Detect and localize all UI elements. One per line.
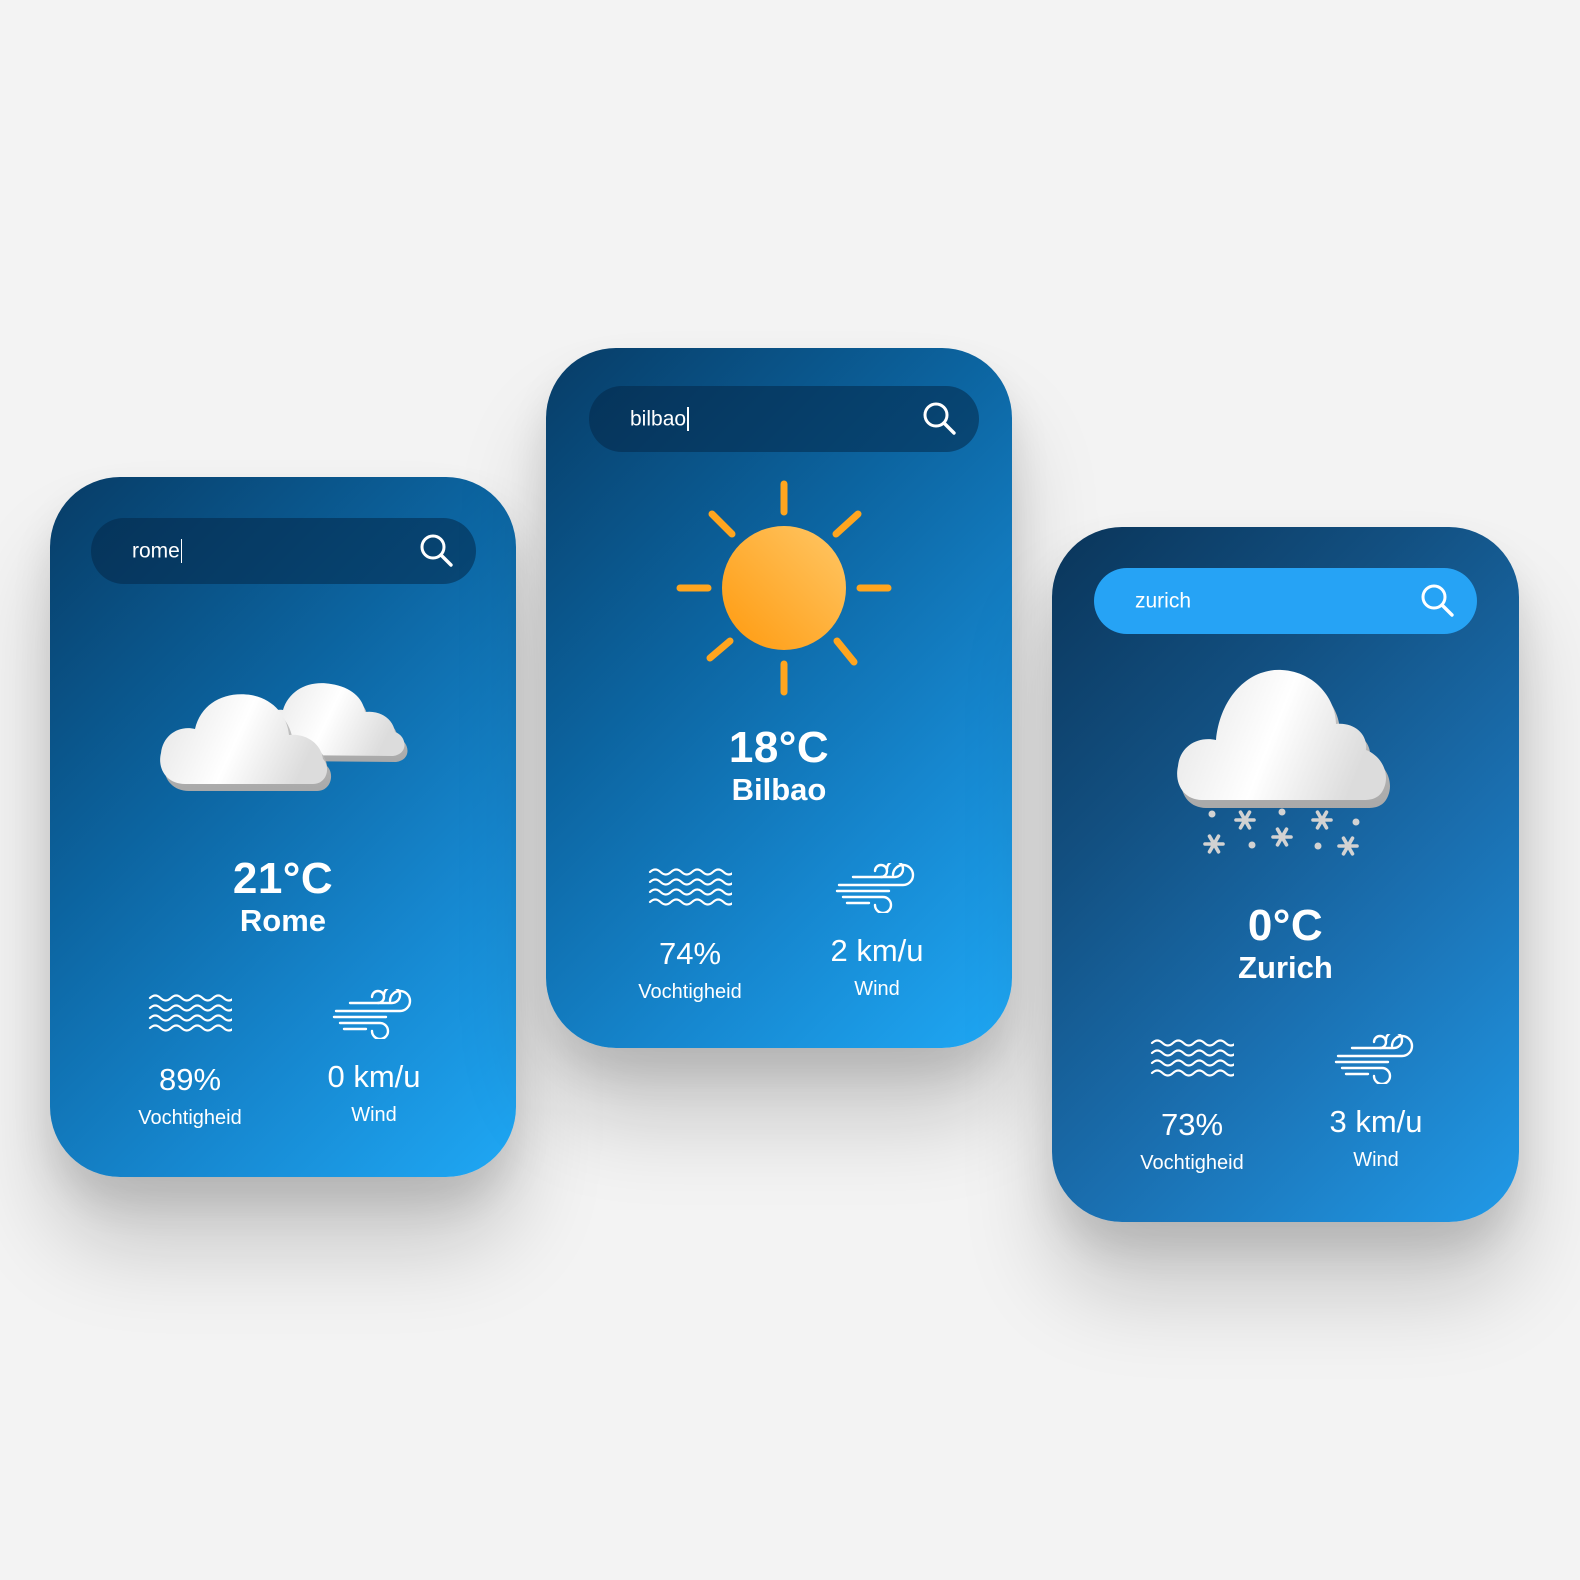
wind-value: 3 km/u [1329,1104,1423,1139]
wind-stat: 2 km/u Wind [797,863,957,1001]
wind-label: Wind [854,978,900,1000]
city-name: Rome [239,903,327,938]
search-icon[interactable] [921,400,959,438]
snow-cloud-icon [1177,669,1390,856]
weather-card-rome: rome 21°C Rome 89% Vochtigheid 0 km/u Wi… [50,477,516,1177]
text-caret [687,407,689,432]
temperature: 0°C [1247,901,1324,950]
humidity-waves-icon [148,992,232,1036]
wind-value: 2 km/u [830,933,924,968]
humidity-label: Vochtigheid [1140,1152,1244,1174]
search-icon[interactable] [1419,582,1457,620]
wind-icon [835,863,919,913]
text-caret [180,539,183,564]
search-input-value: rome [132,539,180,563]
search-input[interactable]: rome [132,538,402,564]
humidity-stat: 74% Vochtigheid [610,866,770,1004]
wind-stat: 0 km/u Wind [294,989,454,1127]
humidity-stat: 73% Vochtigheid [1112,1037,1272,1175]
city-name: Bilbao [731,772,827,807]
search-bar: zurich [1094,568,1477,634]
wind-icon [1334,1034,1418,1084]
temperature: 21°C [232,854,334,903]
weather-card-zurich: zurich 0°C Zurich 73% Vochtigheid 3 km/u… [1052,527,1519,1222]
search-input[interactable]: zurich [1135,588,1405,614]
humidity-label: Vochtigheid [638,981,742,1003]
city-name: Zurich [1238,950,1333,985]
search-icon[interactable] [418,532,456,570]
search-bar: rome [91,518,476,584]
humidity-value: 89% [158,1062,222,1097]
search-input[interactable]: bilbao [630,406,900,432]
weather-card-bilbao: bilbao 18°C Bilbao 74% Vochtigheid 2 km/… [546,348,1012,1048]
humidity-value: 73% [1160,1107,1224,1142]
humidity-label: Vochtigheid [138,1107,242,1129]
wind-value: 0 km/u [327,1059,421,1094]
search-input-value: bilbao [630,407,687,431]
wind-icon [332,989,416,1039]
wind-stat: 3 km/u Wind [1296,1034,1456,1172]
temperature: 18°C [728,723,830,772]
search-input-value: zurich [1135,589,1192,613]
humidity-value: 74% [658,936,722,971]
humidity-waves-icon [1150,1037,1234,1081]
search-bar: bilbao [589,386,979,452]
cloud-icon [160,683,408,791]
wind-label: Wind [1353,1149,1399,1171]
sun-icon [676,480,892,696]
humidity-waves-icon [648,866,732,910]
wind-label: Wind [351,1104,397,1126]
humidity-stat: 89% Vochtigheid [110,992,270,1130]
